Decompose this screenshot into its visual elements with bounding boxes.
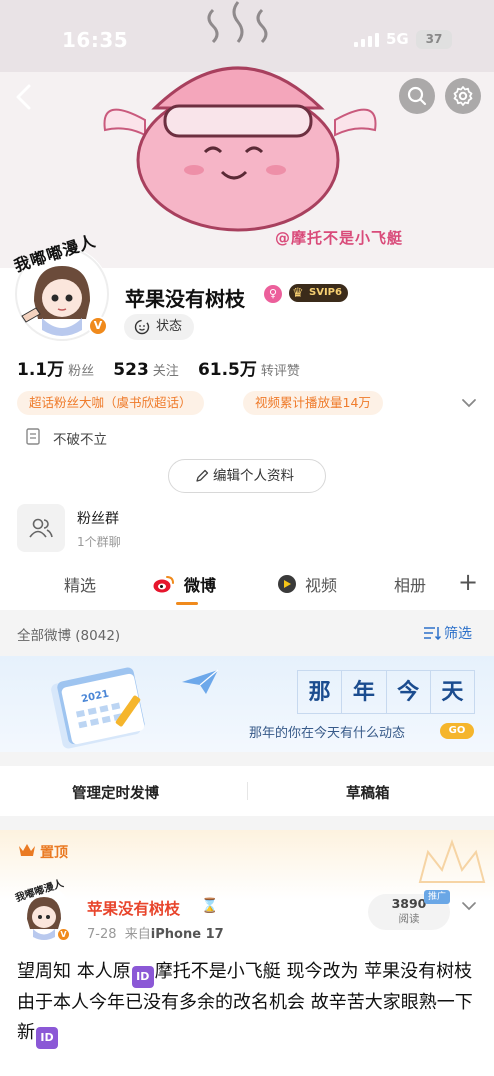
section-divider-2 [0,816,494,830]
filter-label: 筛选 [444,626,472,642]
tab-video[interactable]: 视频 [305,572,337,596]
post-date: 7-28 [87,927,117,942]
pin-crown-icon [19,844,35,856]
stat-following[interactable]: 523 关注 [113,360,179,380]
network-type: 5G [386,30,409,48]
post-menu-chevron-icon[interactable] [461,900,477,912]
edit-profile-label: 编辑个人资料 [213,468,294,484]
weibo-logo-icon [153,576,174,593]
gear-icon [453,86,473,106]
smile-status-icon [134,319,150,335]
all-weibo-count[interactable]: 全部微博 (8042) [17,624,120,644]
tag-supertopic[interactable]: 超话粉丝大咖（虞书欣超话） [17,391,204,415]
tab-featured[interactable]: 精选 [64,572,96,596]
pinned-label: 置顶 [40,845,68,861]
search-button[interactable] [399,78,435,114]
calendar-illustration: 2021 [51,667,145,749]
post-source: iPhone 17 [150,927,224,942]
tab-album[interactable]: 相册 [394,572,426,596]
post-meta: 7-28 来自iPhone 17 [87,923,224,942]
chevron-down-icon[interactable] [461,396,477,410]
filter-button[interactable]: 筛选 [424,623,472,643]
post-verified-badge-icon: V [56,927,71,942]
video-icon [278,575,296,593]
read-label: 阅读 [398,913,420,925]
filter-icon [424,627,441,640]
crown-icon: ♛ [292,286,304,301]
action-divider [247,782,248,800]
that-year-today-card[interactable]: 2021 那 年 今 天 那年的你在今天有什么动态 GO [0,656,494,752]
verified-badge-icon: V [88,316,108,336]
memory-char-3: 今 [387,671,431,713]
stat-fans[interactable]: 1.1万 粉丝 [17,355,94,380]
add-tab-icon[interactable]: + [458,568,478,596]
promote-badge[interactable]: 推广 [424,890,451,904]
go-button[interactable]: GO [440,723,474,739]
fans-group-icon-box[interactable] [17,504,65,552]
status-label: 状态 [156,319,183,334]
section-divider [0,752,494,766]
drafts-button[interactable]: 草稿箱 [346,782,390,803]
that-year-today-title: 那 年 今 天 [297,670,475,714]
status-time: 16:35 [62,28,129,52]
svip-badge[interactable]: ♛ SVIP6 [289,284,348,302]
post-text-part-1: 望周知 本人原 [17,961,131,982]
profile-name: 苹果没有树枝 [125,287,245,311]
status-button[interactable]: 状态 [124,314,195,340]
scheduled-posts-button[interactable]: 管理定时发博 [72,782,159,803]
post-author-name[interactable]: 苹果没有树枝 [87,897,180,919]
profile-tabs: 精选 微博 视频 相册 + [0,566,494,608]
pinned-post[interactable]: 置顶 我嘟嘟漫人 V 苹果没有树枝 ⌛ 7-28 来自iPhone 17 389… [0,830,494,1076]
banner-watermark: @摩托不是小飞艇 [275,229,404,247]
active-tab-indicator [176,602,198,605]
svip-label: SVIP6 [309,287,342,298]
memory-char-2: 年 [342,671,387,713]
search-icon [407,86,427,106]
document-icon [26,428,40,445]
tag-video-plays[interactable]: 视频累计播放量14万 [243,391,383,415]
post-source-prefix: 来自 [124,927,151,942]
id-badge-icon: ID [131,966,154,988]
id-badge-icon-2: ID [36,1027,58,1049]
hourglass-icon: ⌛ [201,898,219,914]
signal-icon [354,33,379,47]
fans-group-title[interactable]: 粉丝群 [77,508,119,528]
paper-plane-icon [182,669,219,694]
profile-bio: 不破不立 [53,432,107,448]
action-row: 管理定时发博 草稿箱 [0,766,494,816]
back-arrow-icon[interactable] [8,80,42,114]
profile-stats: 1.1万 粉丝 523 关注 61.5万 转评赞 [17,355,315,380]
fans-group-subtitle: 1个群聊 [77,535,121,549]
settings-button[interactable] [445,78,481,114]
pinned-decoration-icon [418,839,486,883]
post-body: 望周知 本人原 ID 摩托不是小飞艇 现今改为 苹果没有树枝 由于本人今年已没有多余… [17,957,479,1049]
female-icon: ♀ [264,285,282,303]
stat-interactions[interactable]: 61.5万 转评赞 [198,355,300,380]
pencil-icon [196,469,209,482]
edit-profile-button[interactable]: 编辑个人资料 [168,459,326,493]
that-year-today-subtitle: 那年的你在今天有什么动态 [249,726,406,741]
memory-char-4: 天 [441,679,464,705]
group-icon [29,518,53,538]
memory-char-1: 那 [298,671,343,713]
status-bar: 16:35 5G 37 [0,0,494,80]
tab-weibo[interactable]: 微博 [184,572,216,596]
battery-icon: 37 [416,30,452,49]
